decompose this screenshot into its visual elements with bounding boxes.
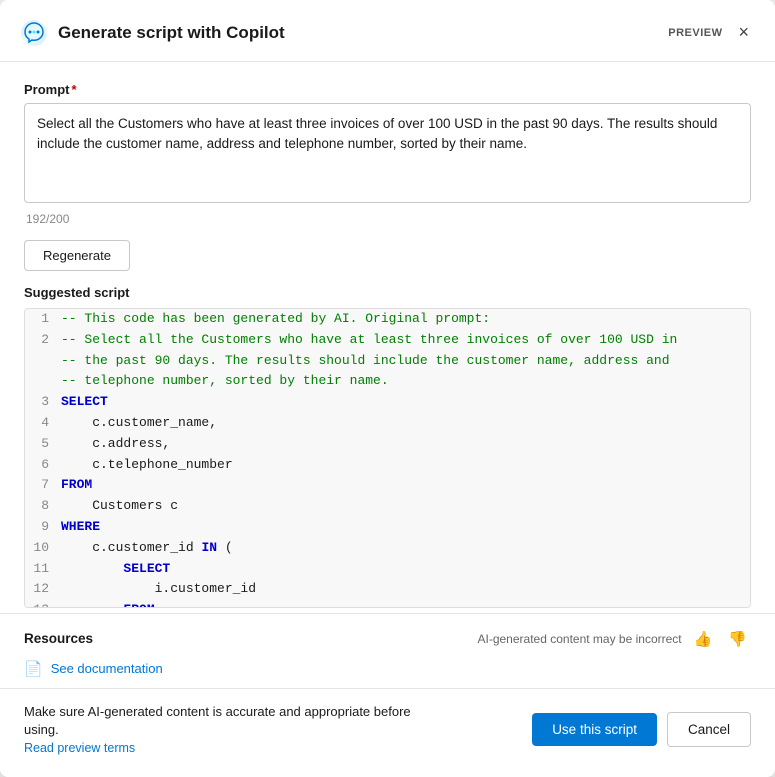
line-content: -- the past 90 days. The results should …: [61, 351, 670, 372]
required-indicator: *: [72, 82, 77, 97]
code-line: 9WHERE: [25, 517, 750, 538]
line-content: c.telephone_number: [61, 455, 233, 476]
footer-warning: Make sure AI-generated content is accura…: [24, 703, 424, 739]
thumbs-down-button[interactable]: 👎: [724, 628, 751, 650]
footer-actions: Use this script Cancel: [532, 712, 751, 747]
line-content: -- This code has been generated by AI. O…: [61, 309, 490, 330]
ai-disclaimer: AI-generated content may be incorrect 👍 …: [478, 628, 752, 650]
line-number: 1: [25, 309, 61, 330]
line-number: 2: [25, 330, 61, 351]
suggested-script-label: Suggested script: [24, 285, 751, 300]
resources-section: Resources AI-generated content may be in…: [0, 613, 775, 688]
code-line: 4 c.customer_name,: [25, 413, 750, 434]
suggested-script-section: Suggested script 1-- This code has been …: [24, 285, 751, 608]
thumbs-up-button[interactable]: 👍: [690, 628, 717, 650]
code-line: 11 SELECT: [25, 559, 750, 580]
line-number: 4: [25, 413, 61, 434]
line-content: c.customer_name,: [61, 413, 217, 434]
code-line: 5 c.address,: [25, 434, 750, 455]
code-line: 2-- Select all the Customers who have at…: [25, 330, 750, 351]
line-content: -- Select all the Customers who have at …: [61, 330, 677, 351]
line-content: i.customer_id: [61, 579, 256, 600]
generate-script-dialog: Generate script with Copilot PREVIEW × P…: [0, 0, 775, 777]
line-content: WHERE: [61, 517, 100, 538]
prompt-label: Prompt*: [24, 82, 751, 97]
line-content: c.address,: [61, 434, 170, 455]
prompt-textarea[interactable]: Select all the Customers who have at lea…: [24, 103, 751, 203]
line-content: FROM: [61, 475, 92, 496]
line-number: 8: [25, 496, 61, 517]
code-line: 1-- This code has been generated by AI. …: [25, 309, 750, 330]
line-content: SELECT: [61, 392, 108, 413]
line-content: -- telephone number, sorted by their nam…: [61, 371, 389, 392]
code-block[interactable]: 1-- This code has been generated by AI. …: [24, 308, 751, 608]
code-line: 10 c.customer_id IN (: [25, 538, 750, 559]
line-content: FROM: [61, 600, 155, 608]
copilot-icon: [20, 19, 48, 47]
line-number: 9: [25, 517, 61, 538]
preview-badge: PREVIEW: [668, 27, 722, 39]
code-line: 3SELECT: [25, 392, 750, 413]
line-number: 10: [25, 538, 61, 559]
code-line: 8 Customers c: [25, 496, 750, 517]
regenerate-button[interactable]: Regenerate: [24, 240, 130, 271]
documentation-link[interactable]: 📄 See documentation: [24, 660, 751, 678]
code-line: -- telephone number, sorted by their nam…: [25, 371, 750, 392]
char-count: 192/200: [24, 212, 751, 226]
line-number: 7: [25, 475, 61, 496]
code-line: -- the past 90 days. The results should …: [25, 351, 750, 372]
resources-header: Resources AI-generated content may be in…: [24, 628, 751, 650]
use-script-button[interactable]: Use this script: [532, 713, 657, 746]
dialog-body: Prompt* Select all the Customers who hav…: [0, 62, 775, 613]
document-icon: 📄: [24, 660, 43, 678]
footer-top: Make sure AI-generated content is accura…: [24, 703, 751, 757]
footer-left: Make sure AI-generated content is accura…: [24, 703, 424, 757]
line-content: Customers c: [61, 496, 178, 517]
code-line: 6 c.telephone_number: [25, 455, 750, 476]
prompt-section: Prompt* Select all the Customers who hav…: [24, 82, 751, 226]
cancel-button[interactable]: Cancel: [667, 712, 751, 747]
code-line: 7FROM: [25, 475, 750, 496]
line-number: 12: [25, 579, 61, 600]
close-button[interactable]: ×: [732, 18, 755, 47]
line-number: 13: [25, 600, 61, 608]
line-number: 11: [25, 559, 61, 580]
line-number: 3: [25, 392, 61, 413]
dialog-footer: Make sure AI-generated content is accura…: [0, 688, 775, 777]
dialog-title: Generate script with Copilot: [58, 23, 650, 43]
code-line: 12 i.customer_id: [25, 579, 750, 600]
line-content: c.customer_id IN (: [61, 538, 233, 559]
resources-title: Resources: [24, 631, 93, 646]
preview-terms-link[interactable]: Read preview terms: [24, 741, 135, 755]
line-content: SELECT: [61, 559, 170, 580]
dialog-header: Generate script with Copilot PREVIEW ×: [0, 0, 775, 62]
line-number: 5: [25, 434, 61, 455]
code-line: 13 FROM: [25, 600, 750, 608]
line-number: 6: [25, 455, 61, 476]
